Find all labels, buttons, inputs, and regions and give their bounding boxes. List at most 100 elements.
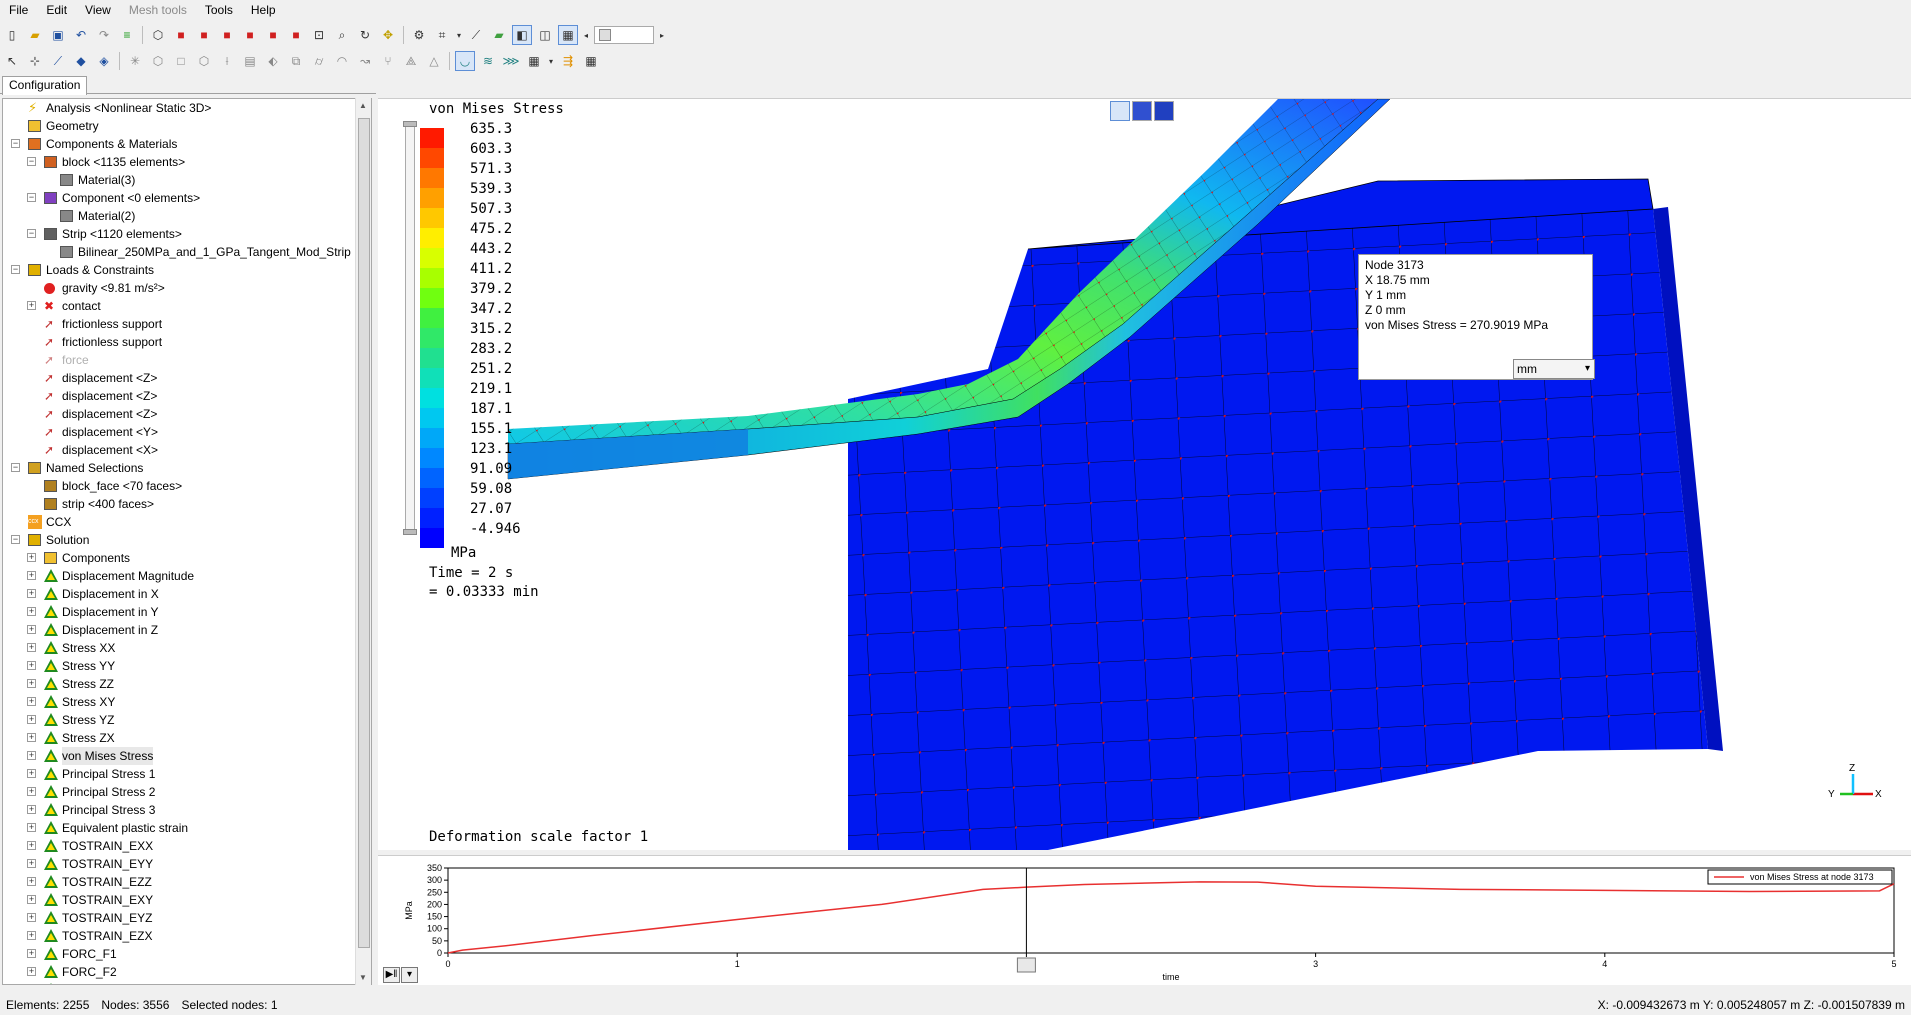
tree-scrollbar-thumb[interactable]	[358, 118, 370, 948]
tree-item[interactable]: ➚ displacement <Z>	[3, 387, 371, 405]
expand-icon[interactable]: +	[27, 625, 36, 634]
wireframe-icon[interactable]: ◫	[535, 25, 555, 45]
select-body-icon[interactable]: ◈	[94, 51, 114, 71]
tree-item[interactable]: + Stress YZ	[3, 711, 371, 729]
collapse-icon[interactable]: −	[11, 463, 20, 472]
tree-item[interactable]: +FORC_F3	[3, 981, 371, 984]
scroll-up-icon[interactable]: ▲	[359, 101, 367, 110]
tree-item[interactable]: + TOSTRAIN_EYY	[3, 855, 371, 873]
cut-tool-icon[interactable]: ⟊	[217, 51, 237, 71]
rotate-icon[interactable]: ↻	[355, 25, 375, 45]
triangle-icon[interactable]: △	[424, 51, 444, 71]
view-mode-solid-icon[interactable]	[1132, 101, 1152, 121]
tree-item[interactable]: + Principal Stress 2	[3, 783, 371, 801]
expand-icon[interactable]: +	[27, 607, 36, 616]
redo-icon[interactable]: ↷	[94, 25, 114, 45]
cylinder-tool-icon[interactable]: ⌭	[309, 51, 329, 71]
collapse-icon[interactable]: −	[11, 265, 20, 274]
tree-item[interactable]: + TOSTRAIN_EZX	[3, 927, 371, 945]
tree-item[interactable]: ➚ displacement <Y>	[3, 423, 371, 441]
tree-item[interactable]: ➚ displacement <Z>	[3, 405, 371, 423]
new-file-icon[interactable]: ▯	[2, 25, 22, 45]
tree-item[interactable]: + Stress ZZ	[3, 675, 371, 693]
contour-lines-icon[interactable]: ≋	[478, 51, 498, 71]
dropdown-arrow-icon[interactable]: ▾	[547, 51, 555, 71]
tree-item[interactable]: Bilinear_250MPa_and_1_GPa_Tangent_Mod_St…	[3, 243, 371, 261]
tree-item[interactable]: ➚ displacement <X>	[3, 441, 371, 459]
node-tool-icon[interactable]: ✳	[125, 51, 145, 71]
tree-item[interactable]: + Stress ZX	[3, 729, 371, 747]
play-pause-icon[interactable]: ▶‖	[383, 967, 400, 983]
expand-icon[interactable]: +	[27, 301, 36, 310]
collapse-icon[interactable]: −	[27, 193, 36, 202]
copy-tool-icon[interactable]: ⧉	[286, 51, 306, 71]
tree-item[interactable]: ccx CCX	[3, 513, 371, 531]
menu-tools[interactable]: Tools	[196, 0, 242, 20]
tree-item[interactable]: + Displacement in Z	[3, 621, 371, 639]
tree-item[interactable]: + FORC_F1	[3, 945, 371, 963]
surface-icon[interactable]: ▰	[489, 25, 509, 45]
table-icon[interactable]: ▦	[581, 51, 601, 71]
tree-item[interactable]: + Displacement in X	[3, 585, 371, 603]
tree-item[interactable]: + FORC_F2	[3, 963, 371, 981]
menu-help[interactable]: Help	[242, 0, 285, 20]
legend-range-slider[interactable]	[403, 121, 417, 535]
tree-item[interactable]: ⚡ Analysis <Nonlinear Static 3D>	[3, 99, 371, 117]
shaded-icon[interactable]: ◧	[512, 25, 532, 45]
expand-icon[interactable]: +	[27, 841, 36, 850]
expand-icon[interactable]: +	[27, 787, 36, 796]
expand-icon[interactable]: +	[27, 715, 36, 724]
zoom-fit-icon[interactable]: ⊡	[309, 25, 329, 45]
expand-icon[interactable]: +	[27, 823, 36, 832]
tree-item[interactable]: ➚ force	[3, 351, 371, 369]
tree-item[interactable]: block_face <70 faces>	[3, 477, 371, 495]
view-bottom-icon[interactable]: ■	[286, 25, 306, 45]
zoom-icon[interactable]: ⌕	[332, 25, 352, 45]
view-left-icon[interactable]: ■	[217, 25, 237, 45]
tree-item[interactable]: Geometry	[3, 117, 371, 135]
view-front-icon[interactable]: ■	[171, 25, 191, 45]
expand-icon[interactable]: +	[27, 913, 36, 922]
expand-icon[interactable]: +	[27, 679, 36, 688]
expand-icon[interactable]: +	[27, 967, 36, 976]
collapse-icon[interactable]: −	[11, 139, 20, 148]
3d-viewport[interactable]: X Z Y von Mises Stress 635.3 603.3 571.3 53…	[378, 98, 1911, 850]
solve-icon[interactable]: ≡	[117, 25, 137, 45]
expand-icon[interactable]: +	[27, 769, 36, 778]
history-graph[interactable]: 050100150200250300350012345MPatimevon Mi…	[378, 856, 1911, 986]
arc-tool-icon[interactable]: ◠	[332, 51, 352, 71]
animation-icon[interactable]: ⇶	[558, 51, 578, 71]
view-iso-icon[interactable]: ⬡	[148, 25, 168, 45]
tree-item[interactable]: ➚ frictionless support	[3, 333, 371, 351]
tree-item[interactable]: ➚ frictionless support	[3, 315, 371, 333]
tree-item[interactable]: + Displacement in Y	[3, 603, 371, 621]
menu-mesh-tools[interactable]: Mesh tools	[120, 0, 196, 20]
tree-item[interactable]: − Loads & Constraints	[3, 261, 371, 279]
tree-item[interactable]: − Components & Materials	[3, 135, 371, 153]
tree-item[interactable]: Material(2)	[3, 207, 371, 225]
expand-icon[interactable]: +	[27, 661, 36, 670]
pan-icon[interactable]: ✥	[378, 25, 398, 45]
view-mode-perspective-icon[interactable]	[1110, 101, 1130, 121]
collapse-icon[interactable]: −	[27, 157, 36, 166]
tree-item[interactable]: − Named Selections	[3, 459, 371, 477]
tree-item[interactable]: + von Mises Stress	[3, 747, 371, 765]
mesh-icon[interactable]: ▦	[558, 25, 578, 45]
branch-tool-icon[interactable]: ⑂	[378, 51, 398, 71]
view-back-icon[interactable]: ■	[194, 25, 214, 45]
tree-item[interactable]: + Principal Stress 3	[3, 801, 371, 819]
select-face-icon[interactable]: ◆	[71, 51, 91, 71]
expand-icon[interactable]: +	[27, 949, 36, 958]
tree-item[interactable]: − Strip <1120 elements>	[3, 225, 371, 243]
scroll-left-icon[interactable]: ◂	[581, 25, 591, 45]
playback-dropdown-icon[interactable]: ▾	[401, 967, 418, 983]
square-tool-icon[interactable]: □	[171, 51, 191, 71]
tree-item[interactable]: + Stress XY	[3, 693, 371, 711]
expand-icon[interactable]: +	[27, 751, 36, 760]
tree-item[interactable]: + TOSTRAIN_EYZ	[3, 909, 371, 927]
transparency-slider[interactable]	[594, 26, 654, 44]
view-top-icon[interactable]: ■	[263, 25, 283, 45]
display-settings-icon[interactable]: ⚙	[409, 25, 429, 45]
tab-configuration[interactable]: Configuration	[2, 76, 88, 95]
expand-icon[interactable]: +	[27, 805, 36, 814]
